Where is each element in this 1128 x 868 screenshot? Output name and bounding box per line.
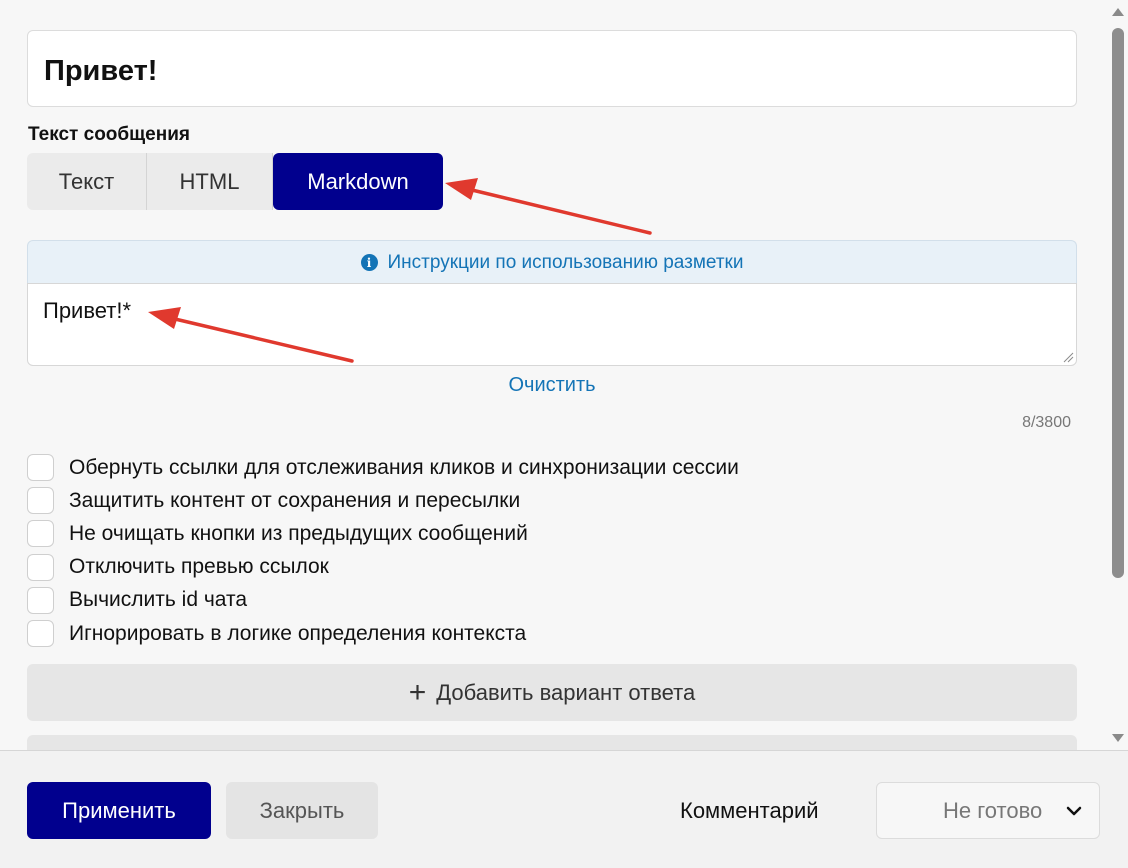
- checkbox[interactable]: [27, 520, 54, 548]
- options-list: Обернуть ссылки для отслеживания кликов …: [27, 451, 739, 650]
- add-answer-button[interactable]: + Добавить вариант ответа: [27, 664, 1077, 721]
- option-ignore-context[interactable]: Игнорировать в логике определения контек…: [27, 617, 739, 650]
- option-keep-buttons[interactable]: Не очищать кнопки из предыдущих сообщени…: [27, 517, 739, 550]
- message-text-label: Текст сообщения: [28, 124, 190, 145]
- scroll-down-arrow-icon[interactable]: [1112, 734, 1124, 742]
- tab-text[interactable]: Текст: [27, 153, 147, 210]
- format-switcher: Текст HTML Markdown: [27, 153, 443, 210]
- apply-button[interactable]: Применить: [27, 782, 211, 839]
- message-title-field[interactable]: Привет!: [27, 30, 1077, 107]
- checkbox[interactable]: [27, 487, 54, 515]
- option-disable-preview[interactable]: Отключить превью ссылок: [27, 551, 739, 584]
- chevron-down-icon: [1066, 806, 1082, 816]
- option-label: Не очищать кнопки из предыдущих сообщени…: [69, 521, 528, 545]
- checkbox[interactable]: [27, 620, 54, 648]
- option-wrap-links[interactable]: Обернуть ссылки для отслеживания кликов …: [27, 451, 739, 484]
- option-label: Защитить контент от сохранения и пересыл…: [69, 488, 521, 512]
- option-label: Вычислить id чата: [69, 588, 248, 612]
- clear-link[interactable]: Очистить: [0, 374, 1104, 397]
- checkbox[interactable]: [27, 586, 54, 614]
- instructions-label: Инструкции по использованию разметки: [387, 251, 744, 273]
- option-label: Игнорировать в логике определения контек…: [69, 621, 527, 645]
- status-dropdown[interactable]: Не готово: [876, 782, 1100, 839]
- checkbox[interactable]: [27, 553, 54, 581]
- resize-handle-icon[interactable]: [1062, 351, 1074, 363]
- message-text-editor[interactable]: Привет!*: [27, 283, 1077, 366]
- markup-instructions-link[interactable]: i Инструкции по использованию разметки: [27, 240, 1077, 284]
- tab-html[interactable]: HTML: [147, 153, 273, 210]
- info-icon: i: [360, 254, 378, 271]
- close-button[interactable]: Закрыть: [226, 782, 378, 839]
- plus-icon: +: [408, 675, 427, 709]
- checkbox[interactable]: [27, 454, 54, 482]
- scroll-up-arrow-icon[interactable]: [1112, 8, 1124, 16]
- option-compute-chat-id[interactable]: Вычислить id чата: [27, 584, 739, 617]
- add-answer-label: Добавить вариант ответа: [436, 679, 696, 705]
- tab-markdown[interactable]: Markdown: [273, 153, 443, 210]
- status-value: Не готово: [943, 797, 1043, 823]
- option-label: Отключить превью ссылок: [69, 555, 329, 579]
- option-label: Обернуть ссылки для отслеживания кликов …: [69, 455, 739, 479]
- annotation-arrow-markdown: [445, 178, 652, 235]
- editor-text: Привет!*: [43, 298, 132, 323]
- comment-link[interactable]: Комментарий: [680, 798, 819, 824]
- option-protect-content[interactable]: Защитить контент от сохранения и пересыл…: [27, 484, 739, 517]
- char-counter: 8/3800: [1022, 414, 1071, 431]
- scrollbar-thumb[interactable]: [1112, 28, 1124, 578]
- footer-bar: Применить Закрыть Комментарий Не готово: [0, 750, 1128, 868]
